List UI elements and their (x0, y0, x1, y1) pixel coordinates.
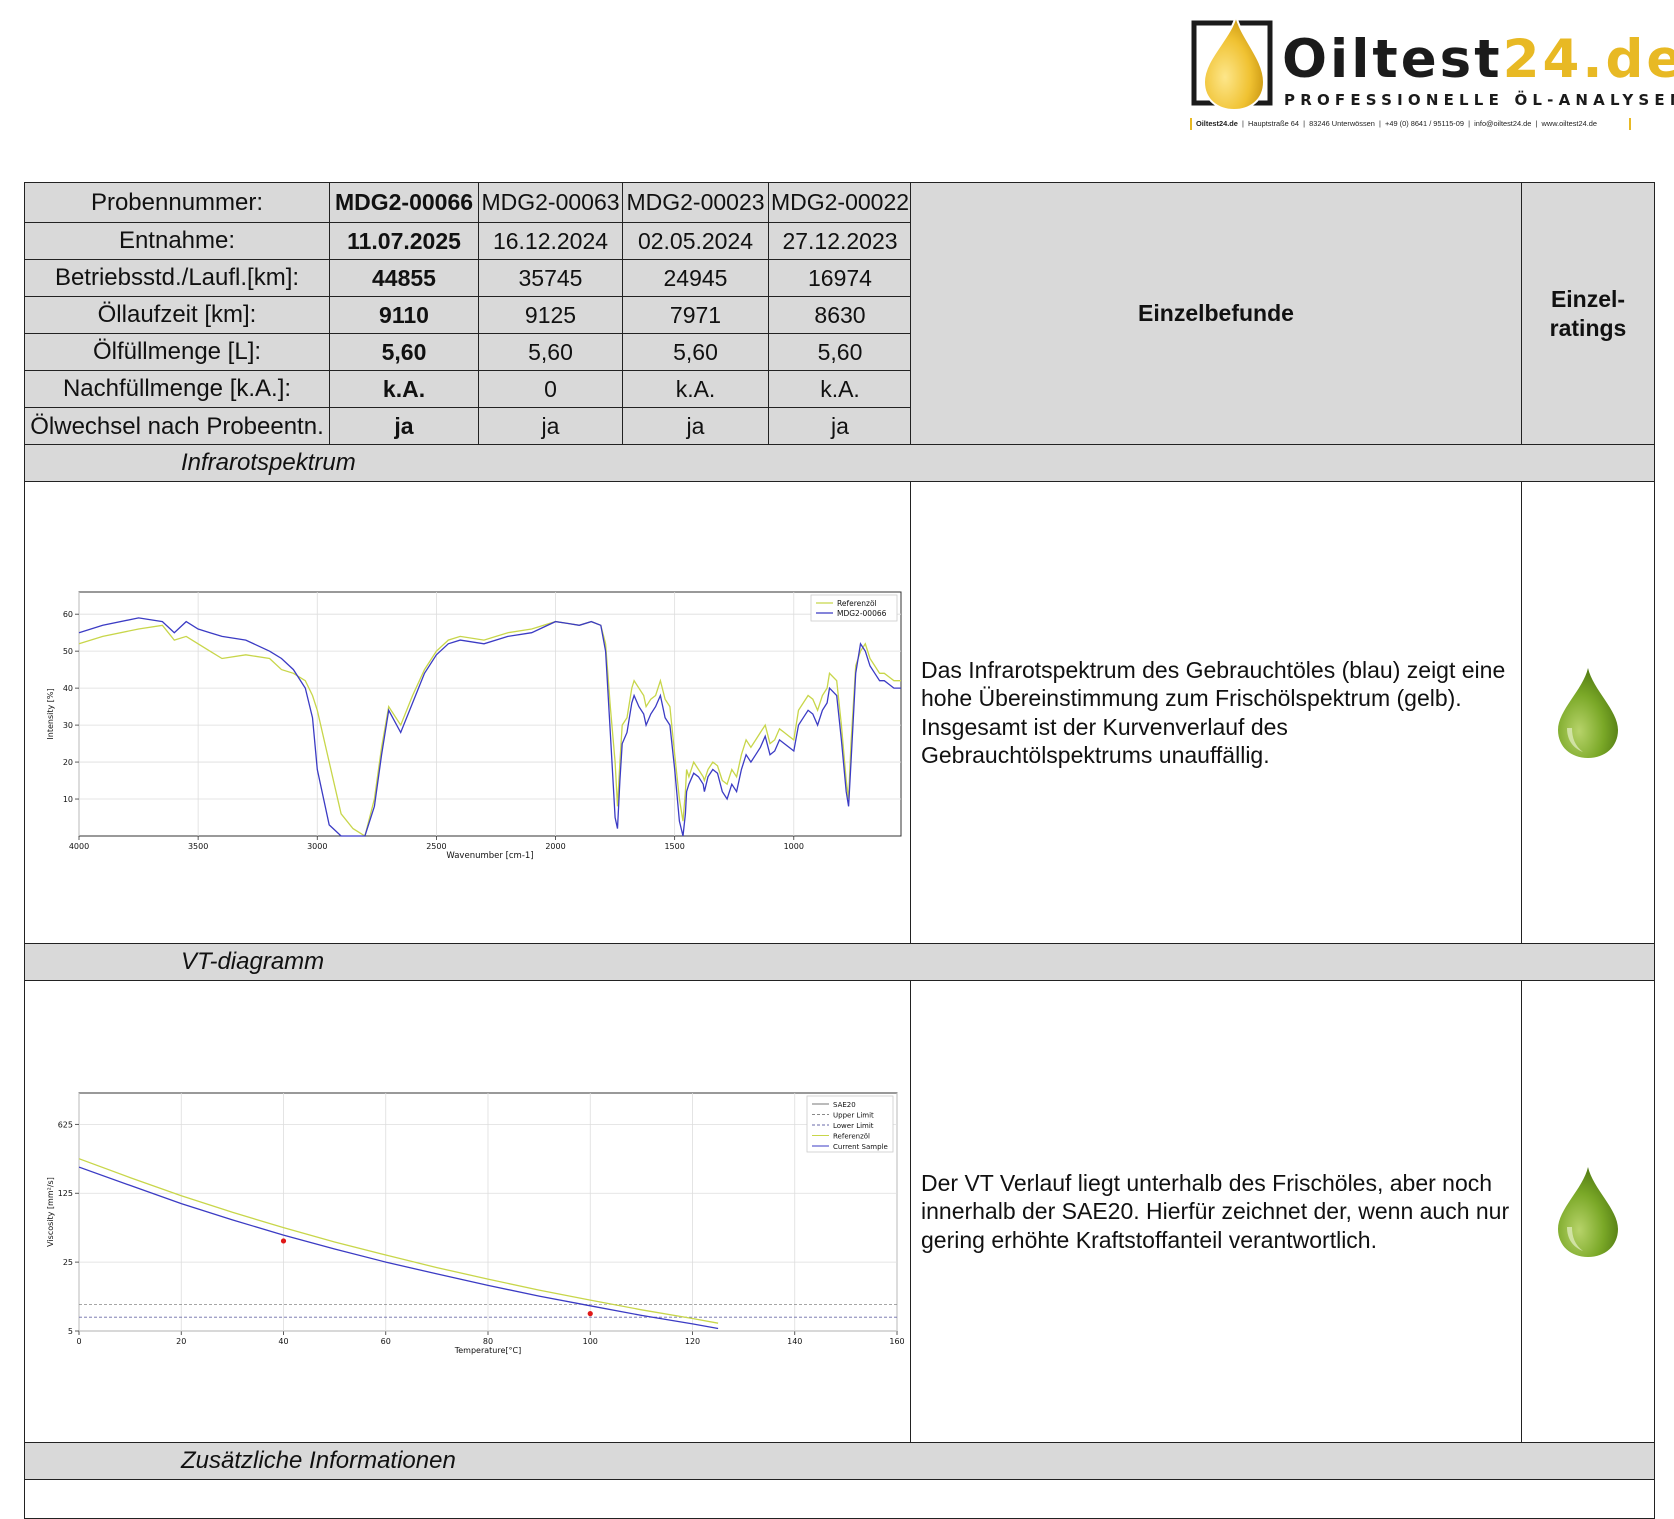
row-label: Betriebsstd./Laufl.[km]: (24, 259, 330, 297)
vt-legend-label: Lower Limit (833, 1122, 874, 1130)
vt-y-tick-label: 625 (58, 1120, 73, 1129)
row-label: Nachfüllmenge [k.A.]: (24, 370, 330, 408)
history-sample-value: 16.12.2024 (478, 222, 623, 260)
oiltest24-logo: Oiltest24.de PROFESSIONELLE ÖL-ANALYSEN … (1190, 14, 1674, 130)
vt-x-tick-label: 80 (483, 1337, 493, 1346)
vt-rating (1521, 980, 1655, 1443)
ir-y-tick-label: 30 (63, 721, 73, 730)
history-sample-value: MDG2-00063 (478, 182, 623, 223)
ir-y-tick-label: 50 (63, 647, 73, 656)
current-sample-value: 44855 (329, 259, 479, 297)
brand-name: Oiltest24.de (1282, 29, 1674, 90)
ir-x-tick-label: 2000 (545, 842, 565, 851)
vt-y-tick-label: 125 (58, 1189, 73, 1198)
einzelratings-line2: ratings (1549, 314, 1627, 341)
zusaetzliche-informationen-content (24, 1479, 1655, 1519)
vt-description: Der VT Verlauf liegt unterhalb des Frisc… (910, 980, 1522, 1443)
ir-y-tick-label: 60 (63, 610, 73, 619)
row-label: Ölwechsel nach Probeentn. (24, 407, 330, 446)
history-sample-value: 5,60 (622, 333, 769, 371)
vt-legend-label: Upper Limit (833, 1112, 874, 1120)
vt-x-tick-label: 140 (787, 1337, 802, 1346)
ir-x-tick-label: 3500 (188, 842, 208, 851)
current-sample-value: ja (329, 407, 479, 446)
einzelratings-header: Einzel- ratings (1521, 182, 1655, 445)
vt-x-tick-label: 0 (76, 1337, 81, 1346)
vt-x-tick-label: 160 (889, 1337, 904, 1346)
vt-measurement-point (280, 1238, 287, 1244)
ir-y-axis-label: Intensity [%] (46, 688, 55, 739)
history-sample-value: 8630 (768, 296, 912, 334)
einzelratings-line1: Einzel- (1550, 285, 1626, 312)
ir-x-axis-label: Wavenumber [cm-1] (446, 851, 533, 861)
vt-y-tick-label: 5 (68, 1327, 73, 1336)
ir-spectrum-chart: 4000 3500 3000 2500 2000 1500 1000 10 20 30 40 50 60… (46, 591, 902, 861)
vt-y-tick-label: 25 (63, 1258, 73, 1267)
history-sample-value: MDG2-00022 (768, 182, 912, 223)
current-sample-value: k.A. (329, 370, 479, 408)
current-sample-value: MDG2-00066 (329, 182, 479, 223)
history-sample-value: 24945 (622, 259, 769, 297)
section-header-zusaetzliche-informationen: Zusätzliche Informationen (24, 1442, 1655, 1480)
history-sample-value: 9125 (478, 296, 623, 334)
ir-x-tick-label: 3000 (307, 842, 327, 851)
vt-measurement-point (587, 1311, 593, 1317)
vt-x-tick-label: 20 (176, 1337, 186, 1346)
vt-chart-cell: 0 20 40 60 80 100 120 140 160 5 25 125 625 Temperatur… (24, 980, 911, 1443)
contact-line: Oiltest24.de | Hauptstraße 64 | 83246 Un… (1190, 118, 1631, 130)
vt-x-axis-label: Temperature[°C] (454, 1346, 522, 1355)
einzelbefunde-header: Einzelbefunde (910, 182, 1522, 445)
ir-chart-cell: 4000 3500 3000 2500 2000 1500 1000 10 20 30 40 50 60… (24, 481, 911, 944)
ir-x-tick-label: 2500 (426, 842, 446, 851)
history-sample-value: 27.12.2023 (768, 222, 912, 260)
vt-legend-label: SAE20 (833, 1101, 856, 1109)
ir-y-tick-label: 20 (63, 758, 73, 767)
vt-x-tick-label: 60 (381, 1337, 391, 1346)
current-sample-value: 11.07.2025 (329, 222, 479, 260)
vt-x-tick-label: 40 (278, 1337, 288, 1346)
current-sample-value: 5,60 (329, 333, 479, 371)
vt-y-axis-label: Viscosity [mm²/s] (46, 1177, 55, 1247)
ir-y-tick-label: 10 (63, 795, 73, 804)
ir-description: Das Infrarotspektrum des Gebrauchtöles (… (910, 481, 1522, 944)
vt-legend-label: Current Sample (833, 1143, 888, 1151)
history-sample-value: 16974 (768, 259, 912, 297)
row-label: Öllaufzeit [km]: (24, 296, 330, 334)
current-sample-value: 9110 (329, 296, 479, 334)
vt-x-tick-label: 100 (583, 1337, 598, 1346)
ir-legend-label: Referenzöl (837, 599, 877, 608)
ir-x-tick-label: 1000 (784, 842, 804, 851)
history-sample-value: 5,60 (768, 333, 912, 371)
history-sample-value: MDG2-00023 (622, 182, 769, 223)
green-oil-drop-icon (1558, 667, 1618, 758)
history-sample-value: ja (478, 407, 623, 446)
oil-drop-logo-icon (1191, 14, 1273, 112)
ir-x-tick-label: 4000 (69, 842, 89, 851)
ir-description-text: Das Infrarotspektrum des Gebrauchtöles (… (921, 656, 1506, 769)
ir-rating (1521, 481, 1655, 944)
history-sample-value: 02.05.2024 (622, 222, 769, 260)
history-sample-value: ja (622, 407, 769, 446)
ir-y-tick-label: 40 (63, 684, 73, 693)
vt-description-text: Der VT Verlauf liegt unterhalb des Frisc… (921, 1169, 1510, 1253)
history-sample-value: 35745 (478, 259, 623, 297)
section-header-vt-diagramm: VT-diagramm (24, 943, 1655, 981)
history-sample-value: 5,60 (478, 333, 623, 371)
history-sample-value: ja (768, 407, 912, 446)
vt-x-tick-label: 120 (685, 1337, 700, 1346)
history-sample-value: 7971 (622, 296, 769, 334)
history-sample-value: 0 (478, 370, 623, 408)
row-label: Ölfüllmenge [L]: (24, 333, 330, 371)
ir-x-tick-label: 1500 (664, 842, 684, 851)
ir-legend-label: MDG2-00066 (837, 609, 887, 618)
history-sample-value: k.A. (622, 370, 769, 408)
section-header-infrarotspektrum: Infrarotspektrum (24, 444, 1655, 482)
vt-diagram-chart: 0 20 40 60 80 100 120 140 160 5 25 125 625 Temperatur… (46, 1092, 905, 1355)
history-sample-value: k.A. (768, 370, 912, 408)
brand-tagline: PROFESSIONELLE ÖL-ANALYSEN (1284, 91, 1674, 109)
row-label: Probennummer: (24, 182, 330, 223)
row-label: Entnahme: (24, 222, 330, 260)
green-oil-drop-icon (1558, 1166, 1618, 1257)
vt-legend-label: Referenzöl (833, 1133, 870, 1141)
